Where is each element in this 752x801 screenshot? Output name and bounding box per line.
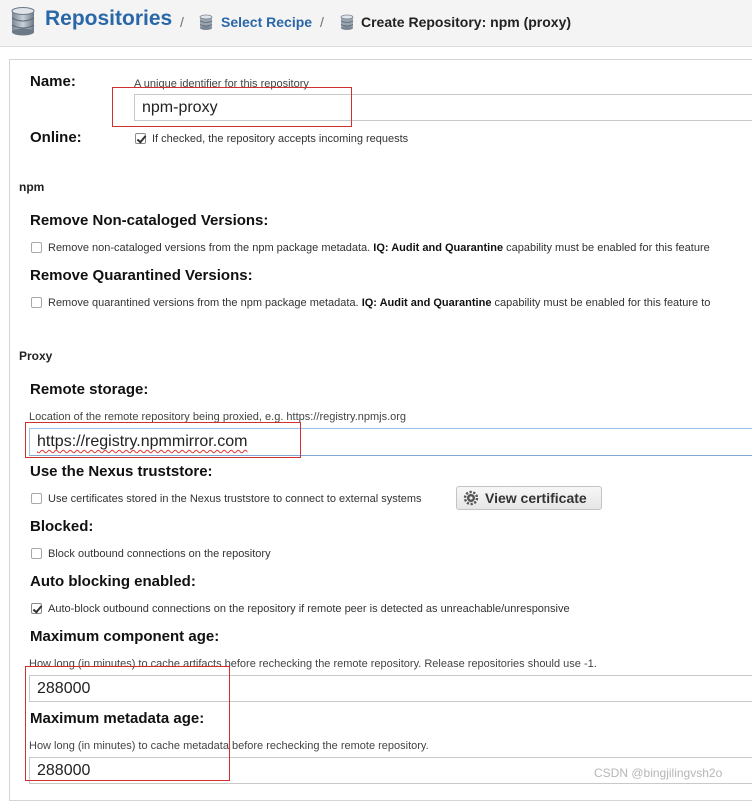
breadcrumb-title[interactable]: Repositories [45, 7, 172, 31]
truststore-label: Use the Nexus truststore: [30, 463, 213, 480]
name-label: Name: [30, 73, 76, 90]
remove-quarantined-checkbox[interactable] [31, 297, 42, 308]
remove-noncataloged-text: Remove non-cataloged versions from the n… [48, 242, 710, 254]
database-icon [340, 14, 354, 30]
blocked-label: Blocked: [30, 518, 94, 535]
breadcrumb-separator: / [320, 14, 324, 30]
npm-section-heading: npm [19, 180, 45, 194]
highlight-box [112, 87, 352, 127]
proxy-section-heading: Proxy [19, 349, 53, 363]
blocked-checkbox[interactable] [31, 548, 42, 559]
highlight-box [25, 422, 301, 458]
auto-block-label: Auto blocking enabled: [30, 573, 196, 590]
remove-noncataloged-label: Remove Non-cataloged Versions: [30, 212, 269, 229]
watermark: CSDN @bingjilingvsh2o [594, 766, 723, 780]
remove-quarantined-label: Remove Quarantined Versions: [30, 267, 253, 284]
database-icon [199, 14, 213, 30]
auto-block-checkbox[interactable] [31, 603, 42, 614]
remove-quarantined-text: Remove quarantined versions from the npm… [48, 297, 711, 309]
remove-noncataloged-checkbox[interactable] [31, 242, 42, 253]
breadcrumb-current: Create Repository: npm (proxy) [361, 14, 572, 30]
auto-block-text: Auto-block outbound connections on the r… [48, 603, 570, 615]
gear-icon [463, 490, 479, 506]
truststore-checkbox[interactable] [31, 493, 42, 504]
max-component-age-label: Maximum component age: [30, 628, 220, 645]
breadcrumb-separator: / [180, 14, 184, 30]
truststore-text: Use certificates stored in the Nexus tru… [48, 493, 422, 505]
online-text: If checked, the repository accepts incom… [152, 133, 409, 145]
blocked-text: Block outbound connections on the reposi… [48, 548, 271, 560]
online-checkbox[interactable] [135, 133, 146, 144]
view-certificate-label: View certificate [485, 490, 587, 506]
breadcrumb-select-recipe[interactable]: Select Recipe [221, 14, 312, 30]
remote-storage-label: Remote storage: [30, 381, 149, 398]
online-label: Online: [30, 129, 82, 146]
highlight-box [25, 666, 230, 781]
database-icon [11, 7, 35, 36]
view-certificate-button[interactable]: View certificate [456, 486, 602, 510]
